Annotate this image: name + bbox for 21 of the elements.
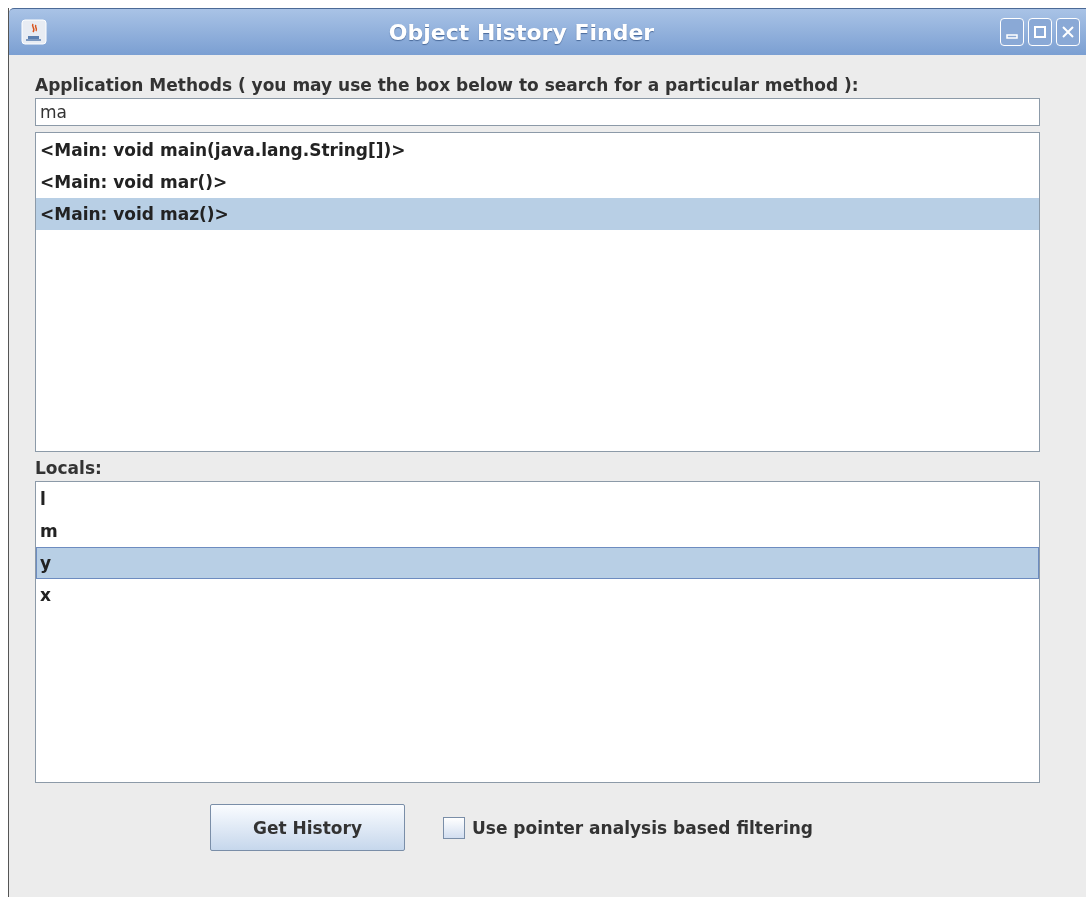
locals-label: Locals: [35, 458, 103, 478]
minimize-button[interactable] [1000, 18, 1024, 46]
list-item[interactable]: <Main: void main(java.lang.String[])> [36, 134, 1039, 166]
list-item[interactable]: l [36, 483, 1039, 515]
coffee-cup-icon[interactable] [21, 19, 47, 45]
methods-label: Application Methods ( you may use the box below to search for a particular method ): [35, 75, 860, 95]
maximize-button[interactable] [1028, 18, 1052, 46]
checkbox-label[interactable]: Use pointer analysis based filtering [472, 817, 813, 838]
get-history-button[interactable]: Get History [210, 804, 405, 851]
list-item[interactable]: <Main: void maz()> [36, 198, 1039, 230]
minimize-icon [1006, 33, 1018, 39]
search-field[interactable]: ma [35, 98, 1040, 126]
close-icon [1062, 26, 1074, 38]
checkbox[interactable] [443, 816, 465, 839]
list-item[interactable]: m [36, 515, 1039, 547]
list-item[interactable]: x [36, 579, 1039, 611]
window-title: Object History Finder [387, 19, 656, 45]
list-item[interactable]: <Main: void mar()> [36, 166, 1039, 198]
maximize-icon [1034, 26, 1046, 38]
close-button[interactable] [1056, 18, 1080, 46]
list-item[interactable]: y [36, 547, 1039, 579]
